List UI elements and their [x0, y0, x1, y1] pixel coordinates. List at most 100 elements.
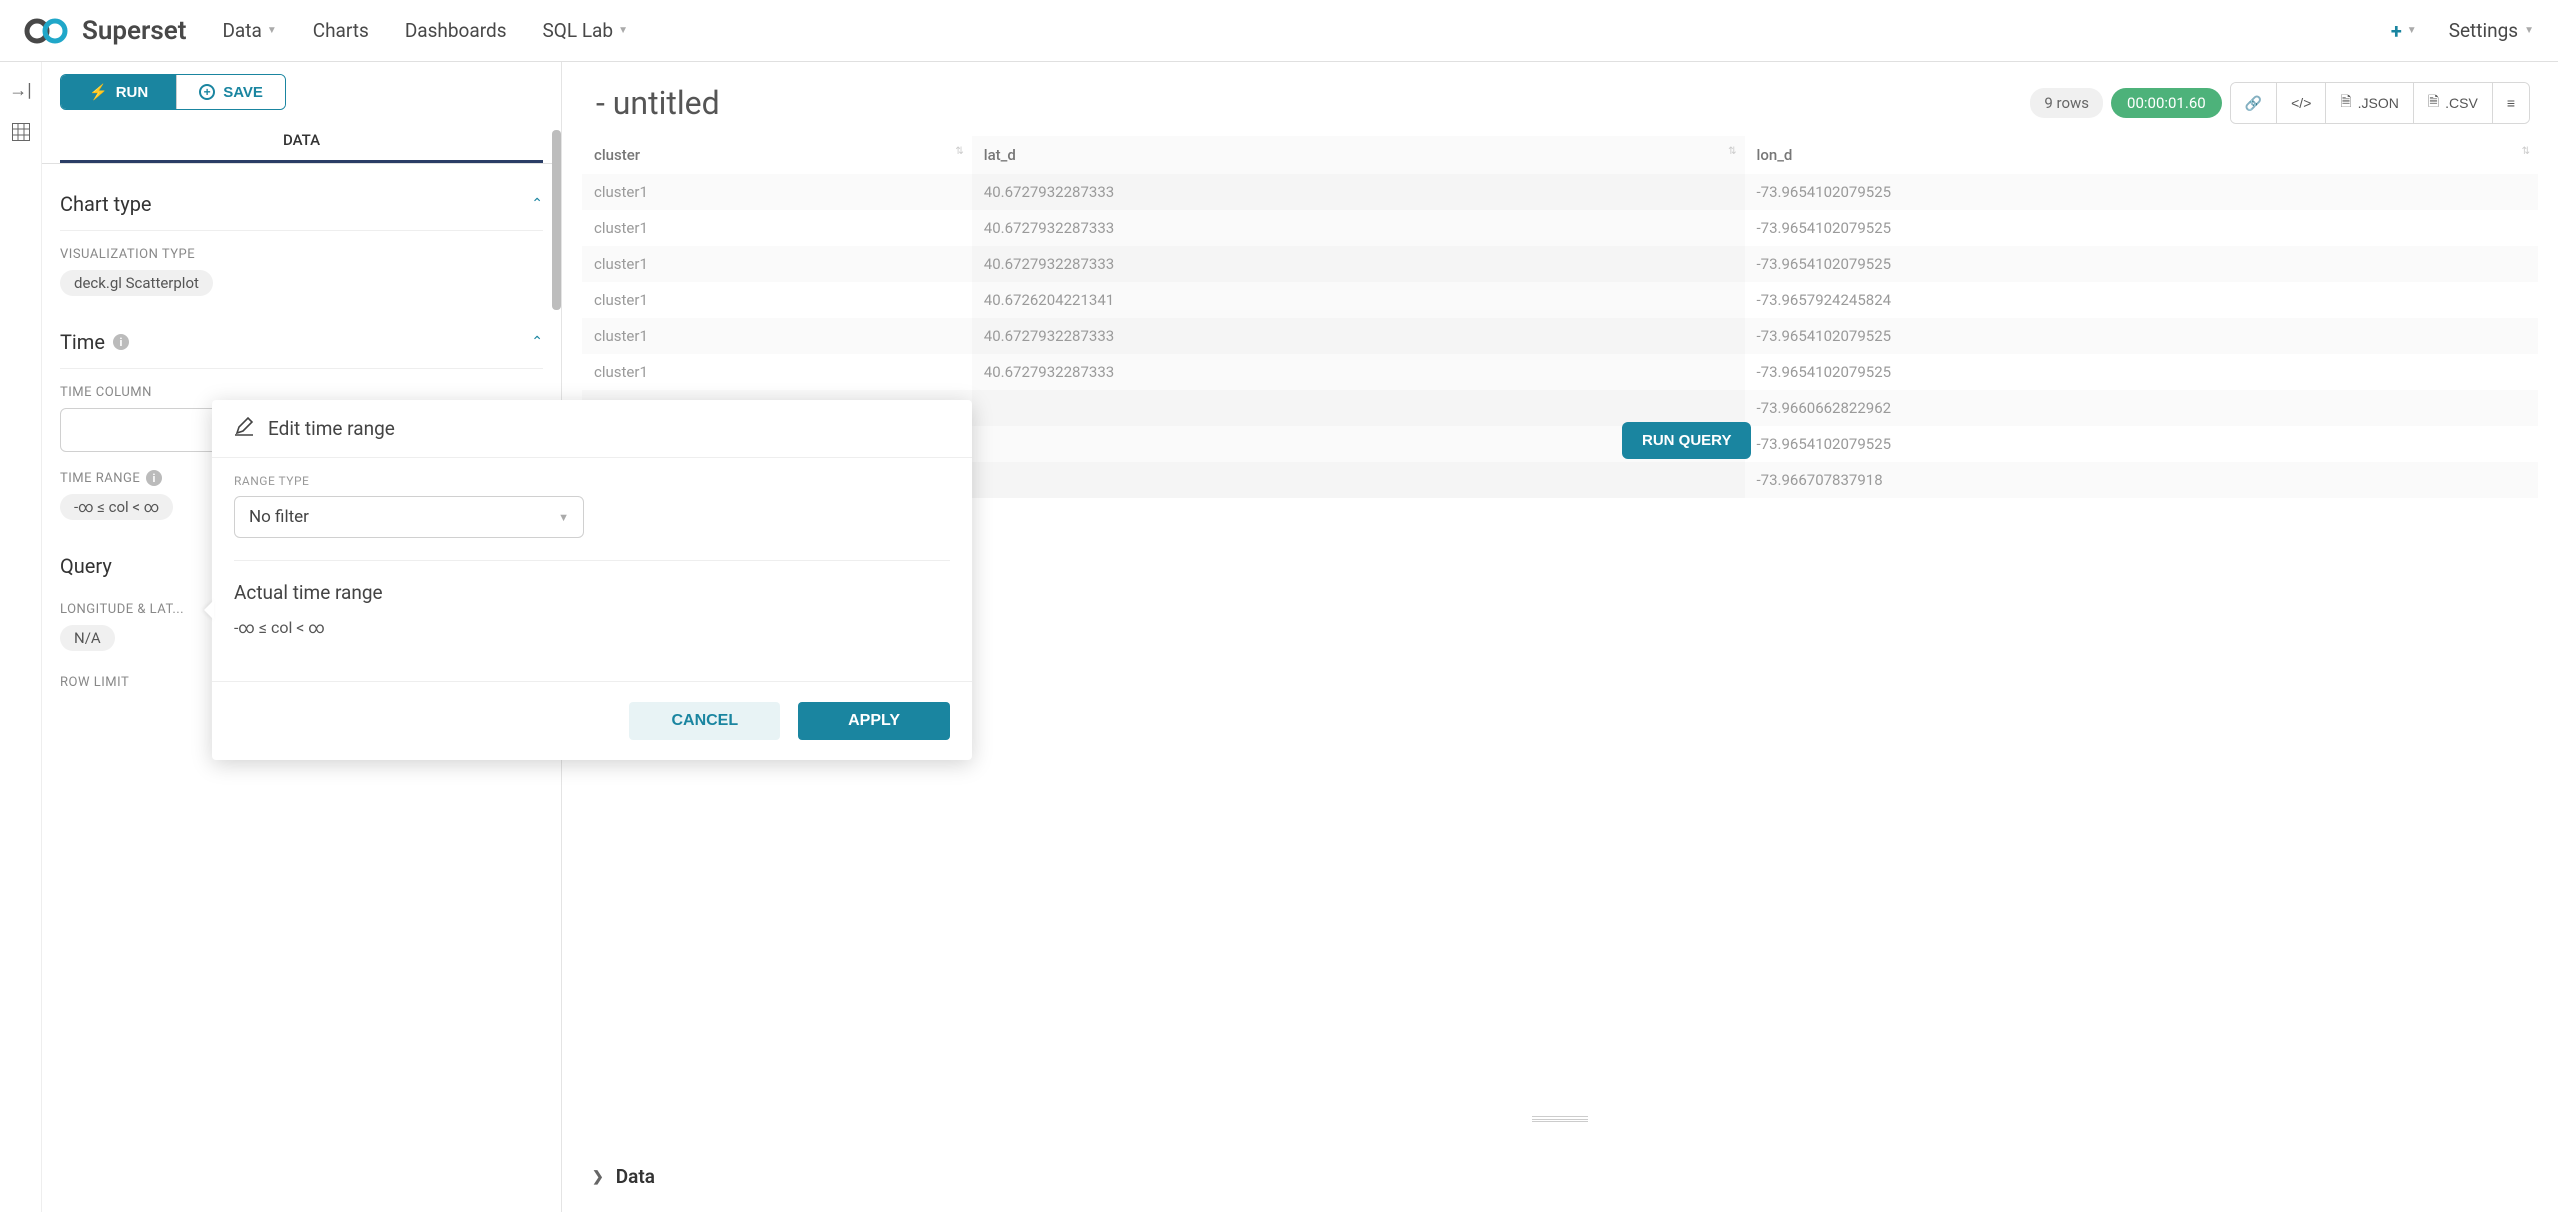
- section-query-title: Query: [60, 554, 112, 578]
- cell-lat: 40.6727932287333: [972, 246, 1745, 282]
- section-chart-type-title: Chart type: [60, 192, 152, 216]
- chevron-up-icon: ⌃: [531, 334, 543, 350]
- expand-panel-icon[interactable]: →|: [9, 80, 31, 101]
- popover-body: RANGE TYPE No filter ▼ Actual time range…: [212, 458, 972, 657]
- cell-lat: [972, 462, 1745, 498]
- cell-cluster: cluster1: [582, 282, 972, 318]
- chart-header: - untitled 9 rows 00:00:01.60 🔗 </> 🗎 .J…: [562, 62, 2558, 136]
- apply-button[interactable]: APPLY: [798, 702, 950, 740]
- link-button[interactable]: 🔗: [2231, 83, 2277, 123]
- col-lon-header[interactable]: lon_d ⇅: [1745, 136, 2538, 174]
- run-label: RUN: [116, 84, 149, 101]
- section-time-title: Time: [60, 330, 105, 354]
- viz-type-pill[interactable]: deck.gl Scatterplot: [60, 270, 213, 296]
- col-lat-header[interactable]: lat_d ⇅: [972, 136, 1745, 174]
- more-actions-button[interactable]: ≡: [2493, 83, 2529, 123]
- nav-charts[interactable]: Charts: [313, 19, 369, 42]
- plus-icon: +: [2391, 19, 2402, 43]
- table-row[interactable]: cluster140.6727932287333-73.965410207952…: [582, 246, 2538, 282]
- cell-lat: 40.6727932287333: [972, 318, 1745, 354]
- nav-data[interactable]: Data ▼: [222, 19, 276, 42]
- table-row[interactable]: cluster140.6727932287333-73.965410207952…: [582, 318, 2538, 354]
- apply-label: APPLY: [848, 712, 900, 729]
- sort-icon: ⇅: [2522, 146, 2530, 157]
- nav-settings-label: Settings: [2449, 19, 2518, 42]
- viz-type-label: VISUALIZATION TYPE: [60, 247, 543, 262]
- cell-lon: -73.9660662822962: [1745, 390, 2538, 426]
- divider: [234, 560, 950, 561]
- left-rail: →|: [0, 62, 42, 1212]
- link-icon: 🔗: [2245, 95, 2262, 112]
- nav-settings[interactable]: Settings ▼: [2449, 19, 2534, 42]
- time-range-pill[interactable]: -∞ ≤ col < ∞: [60, 494, 173, 520]
- popover-arrow: [204, 600, 214, 620]
- file-icon: 🗎: [2340, 91, 2351, 115]
- chevron-down-icon: ▼: [558, 511, 569, 524]
- tab-data[interactable]: DATA: [60, 120, 543, 163]
- time-range-popover: Edit time range RANGE TYPE No filter ▼ A…: [212, 400, 972, 760]
- embed-button[interactable]: </>: [2277, 83, 2326, 123]
- time-range-label-text: TIME RANGE: [60, 471, 140, 486]
- add-button[interactable]: + ▼: [2391, 19, 2417, 43]
- nav-dashboards[interactable]: Dashboards: [405, 19, 507, 42]
- nav-dashboards-label: Dashboards: [405, 19, 507, 42]
- table-row[interactable]: cluster140.6727932287333-73.965410207952…: [582, 210, 2538, 246]
- cell-lat: 40.6727932287333: [972, 210, 1745, 246]
- section-time-header[interactable]: Time i ⌃: [60, 322, 543, 369]
- cell-cluster: cluster1: [582, 246, 972, 282]
- control-tabs: DATA: [42, 120, 561, 164]
- chevron-up-icon: ⌃: [531, 196, 543, 212]
- popover-footer: CANCEL APPLY: [212, 681, 972, 760]
- export-json-button[interactable]: 🗎 .JSON: [2326, 83, 2414, 123]
- chart-title[interactable]: - untitled: [596, 84, 720, 122]
- lonlat-pill[interactable]: N/A: [60, 625, 115, 651]
- table-row[interactable]: cluster140.6726204221341-73.965792424582…: [582, 282, 2538, 318]
- nav-sqllab[interactable]: SQL Lab ▼: [543, 19, 628, 42]
- cell-lon: -73.9654102079525: [1745, 174, 2538, 210]
- col-lat-label: lat_d: [984, 146, 1016, 164]
- table-row[interactable]: cluster140.6727932287333-73.965410207952…: [582, 354, 2538, 390]
- cell-lon: -73.9654102079525: [1745, 210, 2538, 246]
- export-button-group: 🔗 </> 🗎 .JSON 🗎 .CSV ≡: [2230, 82, 2530, 124]
- export-csv-button[interactable]: 🗎 .CSV: [2414, 83, 2493, 123]
- table-row[interactable]: cluster140.6727932287333-73.965410207952…: [582, 174, 2538, 210]
- run-button[interactable]: ⚡ RUN: [61, 75, 176, 109]
- query-time-pill: 00:00:01.60: [2111, 88, 2222, 118]
- col-cluster-header[interactable]: cluster ⇅: [582, 136, 972, 174]
- datasource-grid-icon[interactable]: [12, 123, 30, 146]
- nav-charts-label: Charts: [313, 19, 369, 42]
- cell-cluster: cluster1: [582, 318, 972, 354]
- brand-text: Superset: [82, 16, 186, 46]
- run-query-button[interactable]: RUN QUERY: [1622, 422, 1751, 459]
- data-drawer-toggle[interactable]: ❯ Data: [592, 1165, 655, 1188]
- section-chart-type-header[interactable]: Chart type ⌃: [60, 184, 543, 231]
- run-save-group: ⚡ RUN + SAVE: [60, 74, 286, 110]
- lonlat-value: N/A: [74, 629, 101, 647]
- range-type-label: RANGE TYPE: [234, 474, 950, 488]
- cell-lon: -73.9654102079525: [1745, 426, 2538, 462]
- save-label: SAVE: [223, 84, 263, 101]
- tab-data-label: DATA: [283, 131, 320, 149]
- hamburger-icon: ≡: [2507, 95, 2515, 111]
- cancel-button[interactable]: CANCEL: [629, 702, 780, 740]
- range-type-select[interactable]: No filter ▼: [234, 496, 584, 538]
- time-column-label: TIME COLUMN: [60, 385, 543, 400]
- top-nav-left: Superset Data ▼ Charts Dashboards SQL La…: [24, 16, 628, 46]
- brand[interactable]: Superset: [24, 16, 186, 46]
- cell-lon: -73.9654102079525: [1745, 318, 2538, 354]
- superset-logo-icon: [24, 18, 72, 44]
- info-icon: i: [113, 334, 129, 350]
- pencil-icon: [234, 416, 254, 441]
- cell-lat: 40.6726204221341: [972, 282, 1745, 318]
- cell-lon: -73.966707837918: [1745, 462, 2538, 498]
- range-type-value: No filter: [249, 507, 309, 527]
- info-icon: i: [146, 470, 162, 486]
- cell-lon: -73.9654102079525: [1745, 354, 2538, 390]
- resize-handle[interactable]: [1532, 1116, 1588, 1122]
- control-toolbar: ⚡ RUN + SAVE: [42, 62, 561, 110]
- data-footer-label: Data: [616, 1165, 655, 1188]
- top-nav-right: + ▼ Settings ▼: [2391, 19, 2534, 43]
- top-nav: Superset Data ▼ Charts Dashboards SQL La…: [0, 0, 2558, 62]
- chevron-down-icon: ▼: [2407, 25, 2417, 36]
- save-button[interactable]: + SAVE: [176, 75, 285, 109]
